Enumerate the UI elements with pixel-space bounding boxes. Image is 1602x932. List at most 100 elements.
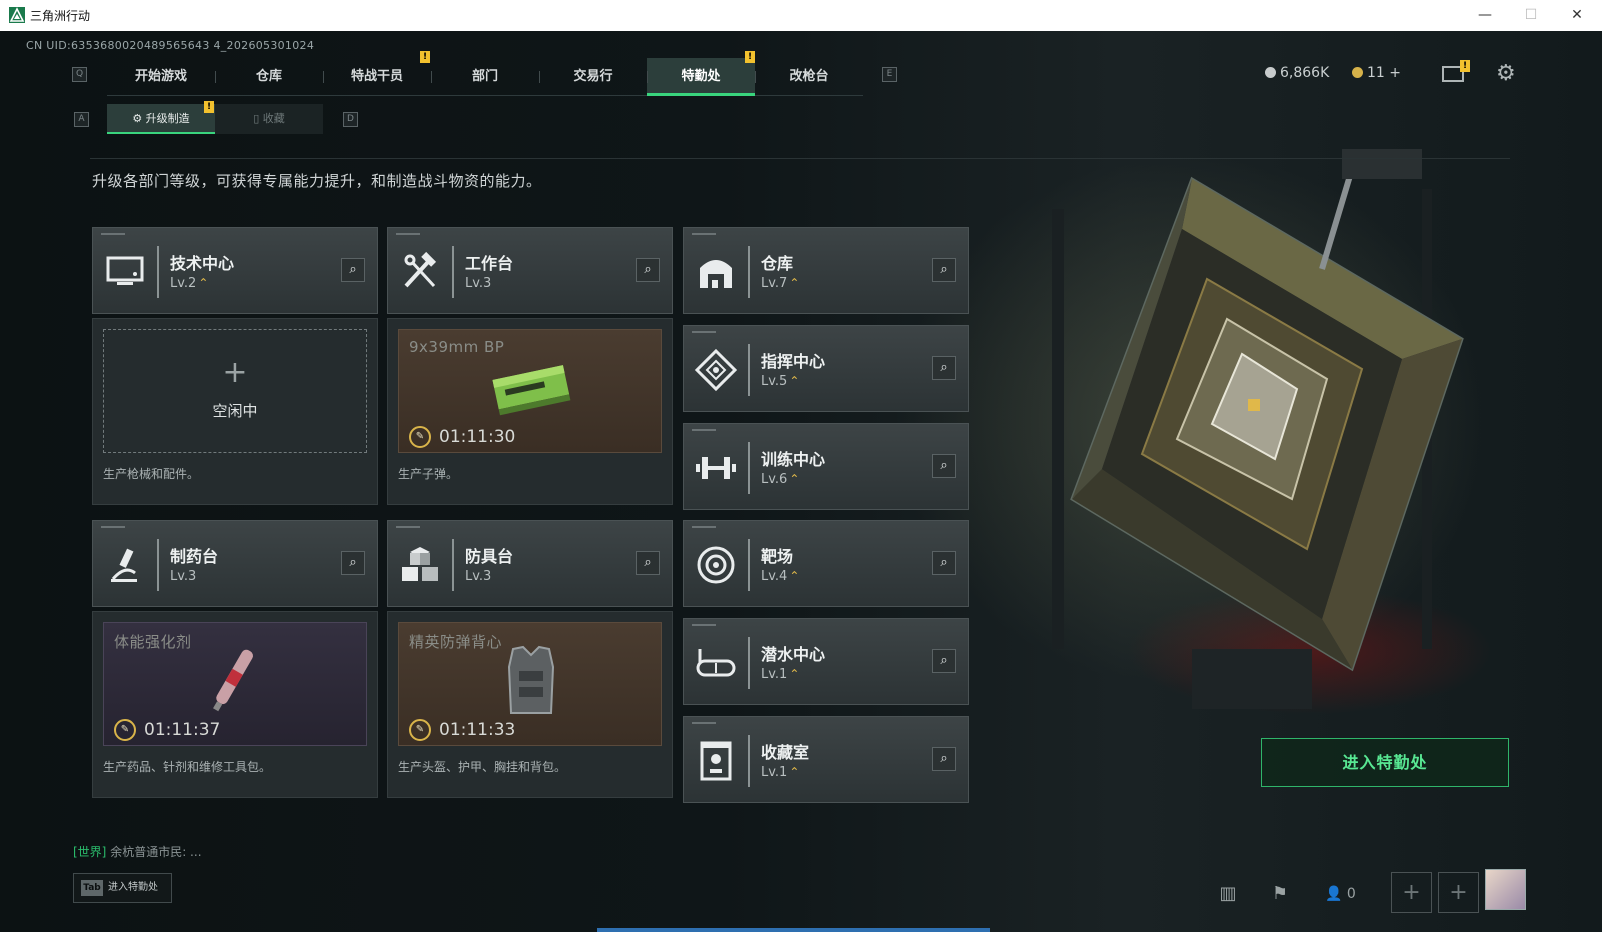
level-text: Lv.3 bbox=[465, 276, 492, 291]
tab-trading[interactable]: 交易行 bbox=[539, 58, 647, 96]
wrench-clock-icon: ✎ bbox=[114, 719, 136, 741]
minimize-button[interactable]: — bbox=[1462, 0, 1508, 31]
plus-icon: + bbox=[222, 355, 248, 390]
dept-card-tech[interactable]: 技术中心 Lv.2 ⌃ ⌕ bbox=[92, 227, 378, 314]
search-icon[interactable]: ⌕ bbox=[932, 454, 956, 478]
nav-key-right[interactable]: E bbox=[882, 67, 897, 82]
item-name: 9x39mm BP bbox=[409, 338, 505, 356]
dept-name: 工作台 bbox=[465, 254, 514, 273]
settings-gear-icon[interactable]: ⚙ bbox=[1496, 61, 1516, 86]
dept-level: Lv.1 ⌃ bbox=[761, 765, 799, 780]
card-marker bbox=[692, 722, 716, 724]
add-slot-button[interactable]: + bbox=[1438, 872, 1479, 913]
production-slot[interactable]: 体能强化剂 ✎ 01:11:37 bbox=[103, 622, 367, 746]
production-slot-empty[interactable]: + 空闲中 bbox=[103, 329, 367, 453]
person-icon: 👤 bbox=[1325, 886, 1343, 902]
search-icon[interactable]: ⌕ bbox=[932, 258, 956, 282]
tab-department[interactable]: 部门 bbox=[431, 58, 539, 96]
display-case-icon bbox=[694, 739, 738, 783]
dept-card-armor[interactable]: 防具台 Lv.3 ⌕ bbox=[387, 520, 673, 607]
cubes-icon bbox=[398, 543, 442, 587]
dept-card-collection[interactable]: 收藏室 Lv.1 ⌃ ⌕ bbox=[683, 716, 969, 803]
tab-start-game[interactable]: 开始游戏 bbox=[107, 58, 215, 96]
window-title: 三角洲行动 bbox=[30, 9, 91, 23]
level-text: Lv.4 bbox=[761, 569, 788, 584]
dept-card-workbench[interactable]: 工作台 Lv.3 ⌕ bbox=[387, 227, 673, 314]
card-separator bbox=[748, 637, 750, 689]
dept-card-command[interactable]: 指挥中心 Lv.5 ⌃ ⌕ bbox=[683, 325, 969, 412]
upgrade-arrow-icon: ⌃ bbox=[789, 276, 800, 290]
level-text: Lv.1 bbox=[761, 667, 788, 682]
add-gold-button[interactable]: + bbox=[1389, 65, 1401, 81]
dept-level: Lv.3 bbox=[170, 569, 196, 584]
subnav-key-left[interactable]: A bbox=[74, 112, 89, 127]
collection-icon: ▯ bbox=[253, 112, 263, 125]
target-icon bbox=[694, 543, 738, 587]
subnav-key-right[interactable]: D bbox=[343, 112, 358, 127]
add-slot-button[interactable]: + bbox=[1391, 872, 1432, 913]
level-text: Lv.5 bbox=[761, 374, 788, 389]
dept-card-pharmacy[interactable]: 制药台 Lv.3 ⌕ bbox=[92, 520, 378, 607]
dept-name: 技术中心 bbox=[170, 254, 235, 273]
production-slot[interactable]: 精英防弹背心 ✎ 01:11:33 bbox=[398, 622, 662, 746]
dumbbell-icon bbox=[694, 446, 738, 490]
search-icon[interactable]: ⌕ bbox=[932, 551, 956, 575]
chat-channel: [世界] bbox=[73, 845, 107, 859]
subtab-upgrade-craft[interactable]: ⚙ 升级制造 bbox=[107, 104, 215, 134]
search-icon[interactable]: ⌕ bbox=[932, 747, 956, 771]
dept-level: Lv.4 ⌃ bbox=[761, 569, 799, 584]
armor-vest-image bbox=[507, 645, 555, 714]
production-panel-tech: + 空闲中 生产枪械和配件。 bbox=[92, 318, 378, 505]
level-text: Lv.6 bbox=[761, 472, 788, 487]
card-separator bbox=[748, 539, 750, 591]
dept-card-warehouse[interactable]: 仓库 Lv.7 ⌃ ⌕ bbox=[683, 227, 969, 314]
close-button[interactable]: ✕ bbox=[1554, 0, 1600, 31]
dept-level: Lv.5 ⌃ bbox=[761, 374, 799, 389]
friends-button[interactable]: 👤 0 bbox=[1325, 881, 1375, 907]
card-separator bbox=[452, 246, 454, 298]
avatar[interactable] bbox=[1485, 869, 1526, 910]
card-marker bbox=[396, 526, 420, 528]
production-note: 生产头盔、护甲、胸挂和背包。 bbox=[398, 760, 567, 774]
dept-card-training[interactable]: 训练中心 Lv.6 ⌃ ⌕ bbox=[683, 423, 969, 510]
dept-card-diving[interactable]: 潜水中心 Lv.1 ⌃ ⌕ bbox=[683, 618, 969, 705]
goggles-icon bbox=[694, 641, 738, 685]
tab-operators[interactable]: 特战干员 bbox=[323, 58, 431, 96]
tab-hint-label: 进入特勤处 bbox=[108, 882, 158, 893]
player-uid: CN UID:6353680020489565643 4_20260530102… bbox=[26, 39, 315, 52]
craft-icon: ⚙ bbox=[132, 112, 146, 125]
dept-card-range[interactable]: 靶场 Lv.4 ⌃ ⌕ bbox=[683, 520, 969, 607]
dept-name: 防具台 bbox=[465, 547, 514, 566]
tab-shortcut-hint[interactable]: Tab 进入特勤处 bbox=[73, 873, 172, 903]
search-icon[interactable]: ⌕ bbox=[636, 551, 660, 575]
search-icon[interactable]: ⌕ bbox=[341, 258, 365, 282]
upgrade-alert-badge: ! bbox=[204, 101, 214, 113]
chat-line[interactable]: [世界] 余杭普通市民: ... bbox=[73, 843, 202, 860]
subtab-collection-label: 收藏 bbox=[262, 112, 285, 125]
search-icon[interactable]: ⌕ bbox=[341, 551, 365, 575]
upgrade-arrow-icon: ⌃ bbox=[198, 276, 209, 290]
wrench-clock-icon: ✎ bbox=[409, 426, 431, 448]
loading-progress-bar bbox=[597, 928, 990, 932]
nav-key-left[interactable]: Q bbox=[72, 67, 87, 82]
card-separator bbox=[748, 735, 750, 787]
tab-warehouse[interactable]: 仓库 bbox=[215, 58, 323, 96]
flag-icon[interactable]: ⚑ bbox=[1267, 881, 1293, 907]
search-icon[interactable]: ⌕ bbox=[932, 649, 956, 673]
dept-name: 靶场 bbox=[761, 547, 794, 566]
tab-gunsmith[interactable]: 改枪台 bbox=[755, 58, 863, 96]
card-separator bbox=[748, 344, 750, 396]
upgrade-arrow-icon: ⌃ bbox=[789, 472, 800, 486]
stats-chart-icon[interactable]: ▥ bbox=[1215, 881, 1241, 907]
production-panel-armor: 精英防弹背心 ✎ 01:11:33 生产头盔、护甲、胸挂和背包。 bbox=[387, 611, 673, 798]
enter-special-ops-button[interactable]: 进入特勤处 bbox=[1261, 738, 1509, 787]
search-icon[interactable]: ⌕ bbox=[932, 356, 956, 380]
tab-special-ops[interactable]: 特勤处 bbox=[647, 58, 755, 96]
stim-injector-image bbox=[213, 649, 253, 712]
production-timer: ✎ 01:11:33 bbox=[409, 719, 515, 741]
search-icon[interactable]: ⌕ bbox=[636, 258, 660, 282]
production-slot[interactable]: 9x39mm BP ✎ 01:11:30 bbox=[398, 329, 662, 453]
maximize-button[interactable]: ☐ bbox=[1508, 0, 1554, 31]
card-separator bbox=[748, 246, 750, 298]
subtab-collection[interactable]: ▯ 收藏 bbox=[215, 104, 323, 134]
